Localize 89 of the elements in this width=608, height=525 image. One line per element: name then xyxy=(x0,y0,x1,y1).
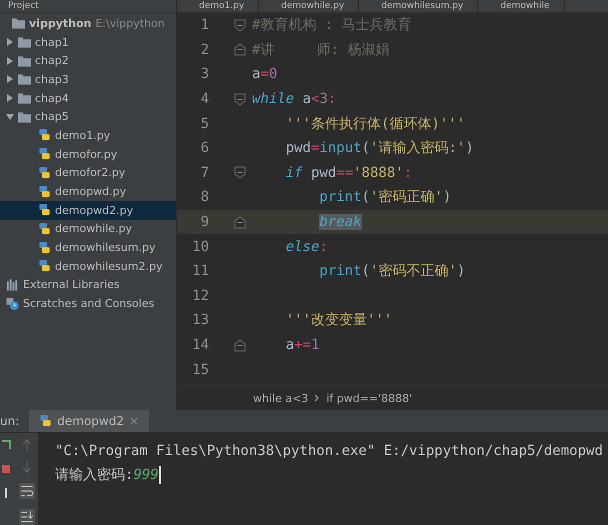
line-number: 1 xyxy=(200,17,209,34)
run-tab[interactable]: demopwd2 × xyxy=(29,410,150,432)
panel-title[interactable]: Project xyxy=(8,0,39,12)
tree-item[interactable]: demofor.py xyxy=(55,148,118,161)
code-line: '''条件执行体(循环体)''' xyxy=(284,114,466,133)
soft-wrap-icon[interactable] xyxy=(19,483,35,499)
python-file-icon xyxy=(39,415,52,427)
console-input[interactable]: 999 xyxy=(133,467,159,483)
fold-marker-icon[interactable] xyxy=(234,338,246,352)
folder-icon xyxy=(18,92,31,104)
tree-item[interactable]: demo1.py xyxy=(55,128,110,142)
code-line: a+=1 xyxy=(284,337,320,354)
line-number: 13 xyxy=(191,312,209,328)
tree-item[interactable]: vippython xyxy=(29,16,92,30)
fold-marker-icon[interactable] xyxy=(234,43,246,56)
tree-item[interactable]: chap1 xyxy=(35,36,69,49)
line-number: 8 xyxy=(200,189,209,206)
line-number: 5 xyxy=(200,116,209,132)
tree-item[interactable]: demopwd.py xyxy=(55,185,126,198)
expand-arrow-icon[interactable] xyxy=(6,38,14,46)
code-line: print('密码正确') xyxy=(318,188,452,206)
editor-tab[interactable]: demowhile xyxy=(478,0,565,12)
python-file-icon xyxy=(38,166,51,179)
rerun-icon[interactable] xyxy=(0,439,12,451)
folder-icon xyxy=(18,73,31,86)
line-number: 10 xyxy=(191,238,209,255)
folder-icon xyxy=(18,110,31,123)
tree-item[interactable]: demofor2.py xyxy=(55,166,126,180)
fold-marker-icon[interactable] xyxy=(234,216,246,229)
line-number: 2 xyxy=(200,42,209,58)
tree-item[interactable]: demowhile.py xyxy=(55,222,132,236)
folder-icon xyxy=(18,36,31,48)
line-number: 14 xyxy=(191,337,209,354)
expand-arrow-icon[interactable] xyxy=(6,94,14,102)
clock-icon xyxy=(6,298,19,310)
stop-icon[interactable] xyxy=(0,463,12,475)
fold-marker-icon[interactable] xyxy=(234,92,246,106)
code-line: pwd=input('请输入密码:') xyxy=(284,139,474,158)
line-number: 12 xyxy=(191,288,209,304)
python-file-icon xyxy=(38,186,51,198)
editor-tab[interactable]: demowhilesum.py xyxy=(359,0,478,12)
line-number: 15 xyxy=(191,362,209,378)
python-file-icon xyxy=(38,242,51,254)
python-file-icon xyxy=(38,222,51,235)
fold-marker-icon[interactable] xyxy=(234,166,246,180)
python-file-icon xyxy=(38,204,51,216)
scroll-to-end-icon[interactable] xyxy=(19,509,35,525)
line-number: 6 xyxy=(200,140,209,156)
line-number: 3 xyxy=(200,66,209,82)
line-number: 9 xyxy=(200,214,209,230)
code-line: while a<3: xyxy=(252,91,336,108)
bar-chart-icon xyxy=(6,278,19,291)
code-line: #教育机构 : 马士兵教育 xyxy=(252,16,412,34)
chevron-icon xyxy=(314,394,320,402)
editor-tab[interactable]: demo1.py xyxy=(177,0,260,12)
code-line: print('密码不正确') xyxy=(318,262,466,280)
folder-icon xyxy=(18,54,31,67)
console-prompt: 请输入密码: xyxy=(55,466,134,484)
console-line: "C:\Program Files\Python38\python.exe" E:/vippython/chap5/demopwd xyxy=(55,442,603,461)
folder-icon xyxy=(12,17,25,30)
text-cursor xyxy=(158,466,161,484)
line-number: 7 xyxy=(200,164,209,181)
fold-marker-icon[interactable] xyxy=(234,18,246,32)
editor-tab[interactable]: demowhile.py xyxy=(259,0,360,12)
code-line: #讲 师: 杨淑娟 xyxy=(252,40,390,59)
tree-item[interactable]: Scratches and Consoles xyxy=(23,297,154,310)
python-file-icon xyxy=(38,148,51,160)
line-number: 4 xyxy=(200,91,209,108)
tree-item[interactable]: External Libraries xyxy=(23,278,120,292)
code-line: a=0 xyxy=(252,66,278,82)
tree-item[interactable]: chap5 xyxy=(35,110,69,124)
code-line: '''改变变量''' xyxy=(284,311,392,330)
tree-item[interactable]: chap4 xyxy=(35,92,69,105)
python-file-icon xyxy=(38,260,51,272)
python-file-icon xyxy=(38,129,51,142)
tree-item[interactable]: demowhilesum.py xyxy=(55,241,156,254)
expand-arrow-icon[interactable] xyxy=(6,75,14,84)
code-line: else: xyxy=(284,238,328,255)
panel-label: un: xyxy=(0,414,20,428)
code-line: if pwd=='8888': xyxy=(284,164,412,181)
tree-item[interactable]: chap3 xyxy=(35,72,69,86)
expand-arrow-icon[interactable] xyxy=(6,56,14,65)
tree-item[interactable]: demowhilesum2.py xyxy=(55,260,162,273)
expand-arrow-icon[interactable] xyxy=(6,112,14,121)
breadcrumb[interactable]: if pwd=='8888' xyxy=(326,392,412,404)
breadcrumb[interactable]: while a<3 xyxy=(253,392,308,404)
folder-path: E:\vippython xyxy=(95,16,165,30)
tree-item[interactable]: chap2 xyxy=(35,54,69,68)
line-number: 11 xyxy=(191,263,209,280)
